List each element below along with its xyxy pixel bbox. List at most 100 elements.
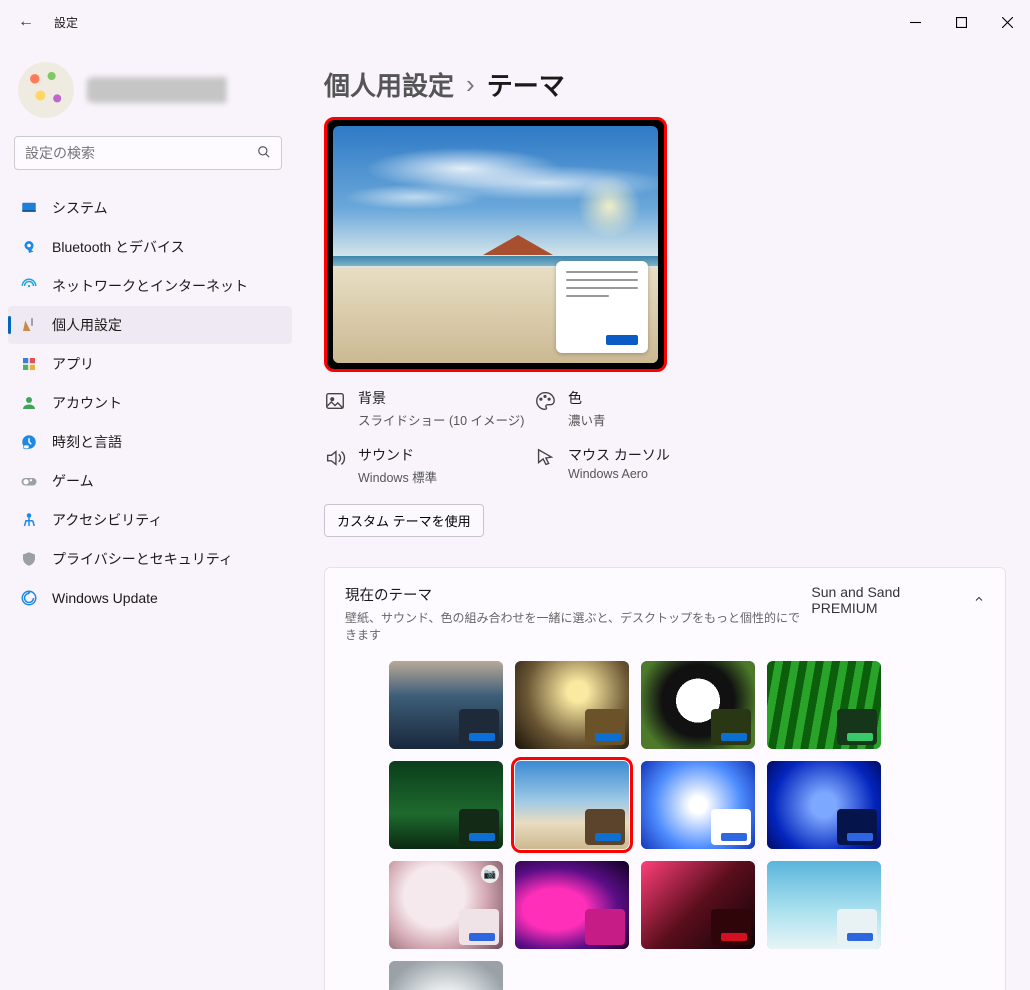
nav-icon [20,589,38,607]
sidebar-item-8[interactable]: アクセシビリティ [8,501,292,539]
sidebar-item-4[interactable]: アプリ [8,345,292,383]
tile-accent [721,933,747,941]
setting-background[interactable]: 背景 スライドショー (10 イメージ) [324,388,534,429]
theme-tile-aurora[interactable] [515,861,629,949]
tile-badge [711,709,751,745]
setting-cursor[interactable]: マウス カーソル Windows Aero [534,445,754,486]
tile-badge [711,909,751,945]
breadcrumb-separator: › [466,69,475,100]
tile-accent [847,733,873,741]
tile-badge [837,709,877,745]
tile-accent [469,733,495,741]
sidebar-item-9[interactable]: プライバシーとセキュリティ [8,540,292,578]
setting-value: スライドショー (10 イメージ) [358,410,524,429]
theme-preview [324,117,667,372]
current-theme-expand[interactable]: Sun and Sand PREMIUM [811,584,985,616]
theme-tile-moon-night[interactable] [515,661,629,749]
chevron-up-icon [973,592,985,608]
nav-label: 個人用設定 [52,315,122,335]
sidebar-item-1[interactable]: Bluetooth とデバイス [8,228,292,266]
tile-accent [847,933,873,941]
use-theme-button[interactable]: カスタム テーマを使用 [324,504,484,537]
user-profile[interactable] [6,54,294,136]
setting-value: Windows Aero [568,467,670,481]
setting-value: 濃い青 [568,410,606,429]
setting-label: マウス カーソル [568,445,670,465]
nav-label: ゲーム [52,471,94,491]
nav-label: アクセシビリティ [52,510,162,530]
tile-badge [585,709,625,745]
setting-value: Windows 標準 [358,467,437,486]
tile-accent [469,933,495,941]
theme-tile-grey-wave[interactable] [389,961,503,990]
nav-label: プライバシーとセキュリティ [52,549,233,569]
tile-badge [585,809,625,845]
section-title: 現在のテーマ [345,584,811,605]
sidebar-item-3[interactable]: 個人用設定 [8,306,292,344]
tile-accent [595,833,621,841]
tile-badge [837,809,877,845]
nav-label: 時刻と言語 [52,432,122,452]
sidebar-item-6[interactable]: 時刻と言語 [8,423,292,461]
preview-window-sample [556,261,648,353]
nav-icon [20,199,38,217]
sidebar-item-10[interactable]: Windows Update [8,579,292,617]
image-icon [324,390,346,415]
themes-grid: 📷 [345,661,985,990]
theme-tile-panda[interactable] [641,661,755,749]
nav-icon [20,433,38,451]
search-icon [257,145,271,162]
nav-icon [20,238,38,256]
user-name-redacted [88,77,228,103]
nav-label: アカウント [52,393,122,413]
minimize-button[interactable] [892,6,938,38]
nav-icon [20,316,38,334]
tile-badge [459,909,499,945]
search-input[interactable] [14,136,282,170]
accent-color-swatch [606,335,638,345]
theme-tile-bloom-light[interactable] [641,761,755,849]
theme-tile-bloom-dark[interactable] [767,761,881,849]
current-theme-section: 現在のテーマ 壁紙、サウンド、色の組み合わせを一緒に選ぶと、デスクトップをもっと… [324,567,1006,990]
maximize-button[interactable] [938,6,984,38]
sidebar-item-0[interactable]: システム [8,189,292,227]
theme-tile-bamboo[interactable] [767,661,881,749]
nav-icon [20,511,38,529]
tile-badge [711,809,751,845]
theme-tile-flow[interactable] [641,861,755,949]
tile-accent [469,833,495,841]
app-title: 設定 [54,14,78,31]
theme-tile-sunset-lake[interactable] [389,661,503,749]
breadcrumb-root[interactable]: 個人用設定 [324,66,454,103]
palette-icon [534,390,556,415]
sidebar-item-5[interactable]: アカウント [8,384,292,422]
sidebar-item-2[interactable]: ネットワークとインターネット [8,267,292,305]
setting-color[interactable]: 色 濃い青 [534,388,754,429]
theme-tile-sun-and-sand[interactable] [515,761,629,849]
setting-label: 色 [568,388,606,408]
nav-label: アプリ [52,354,94,374]
theme-tile-forest[interactable] [389,761,503,849]
setting-label: 背景 [358,388,524,408]
titlebar: ← 設定 [0,0,1030,44]
breadcrumb-leaf: テーマ [487,66,565,103]
section-description: 壁紙、サウンド、色の組み合わせを一緒に選ぶと、デスクトップをもっと個性的にできま… [345,609,811,643]
breadcrumb: 個人用設定 › テーマ [324,66,1006,103]
camera-icon: 📷 [481,865,499,883]
close-button[interactable] [984,6,1030,38]
search-field[interactable] [25,145,234,161]
tile-accent [721,833,747,841]
setting-sound[interactable]: サウンド Windows 標準 [324,445,534,486]
nav-label: ネットワークとインターネット [52,276,248,296]
theme-tile-glacier[interactable] [767,861,881,949]
sidebar-item-7[interactable]: ゲーム [8,462,292,500]
nav-label: Bluetooth とデバイス [52,237,185,257]
tile-badge [837,909,877,945]
tile-badge [459,809,499,845]
theme-tile-cherry[interactable]: 📷 [389,861,503,949]
sidebar: システム Bluetooth とデバイスネットワークとインターネット個人用設定アプ… [0,44,300,990]
tile-accent [595,933,621,941]
back-button[interactable]: ← [18,13,34,31]
tile-accent [595,733,621,741]
setting-label: サウンド [358,445,437,465]
